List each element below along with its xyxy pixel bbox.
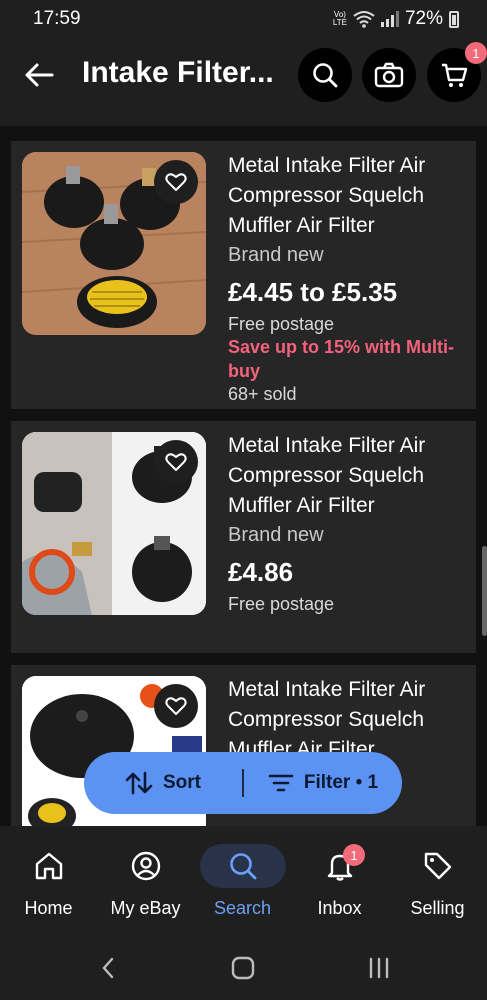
bottom-navigation: Home My eBay Search 1 Inbox Selling	[0, 826, 487, 934]
nav-selling-icon-wrap	[395, 844, 481, 888]
tag-icon	[424, 852, 451, 880]
system-home-button[interactable]	[228, 956, 258, 980]
heart-icon	[165, 697, 187, 715]
sort-button[interactable]: Sort	[84, 752, 242, 814]
listing-price: £4.86	[228, 557, 294, 587]
cart-badge: 1	[465, 42, 487, 64]
heart-icon	[165, 173, 187, 191]
back-arrow-icon[interactable]	[22, 58, 56, 92]
camera-icon	[374, 62, 404, 88]
profile-icon	[131, 851, 160, 881]
listing-info: Metal Intake Filter Air Compressor Squel…	[228, 151, 468, 405]
sort-filter-bar: Sort Filter • 1	[84, 752, 402, 814]
system-back-button[interactable]	[93, 956, 123, 980]
listing-title[interactable]: Metal Intake Filter Air Compressor Squel…	[228, 151, 468, 241]
filter-icon	[268, 774, 294, 792]
sort-arrows-icon	[125, 771, 153, 795]
watchlist-button[interactable]	[154, 684, 198, 728]
listing-price: £4.45 to £5.35	[228, 277, 398, 307]
product-image[interactable]	[22, 432, 206, 615]
nav-inbox[interactable]: 1 Inbox	[291, 826, 388, 934]
inbox-badge: 1	[343, 844, 365, 866]
nav-search[interactable]: Search	[194, 826, 291, 934]
camera-search-button[interactable]	[362, 48, 416, 102]
search-header: Intake Filter... 1	[0, 34, 487, 126]
listing-info: Metal Intake Filter Air Compressor Squel…	[228, 431, 468, 615]
listing-postage: Free postage	[228, 314, 335, 334]
search-icon	[313, 63, 338, 88]
home-icon	[35, 852, 62, 880]
nav-home-label: Home	[24, 898, 73, 918]
status-indicators: Vo) LTE 72%	[333, 8, 459, 30]
nav-myebay[interactable]: My eBay	[97, 826, 194, 934]
system-recents-button[interactable]	[364, 956, 394, 980]
sort-label: Sort	[163, 772, 201, 793]
listing-condition: Brand new	[228, 244, 324, 266]
product-image[interactable]	[22, 152, 206, 335]
listing-sold-count: 68+ sold	[228, 384, 297, 404]
nav-myebay-label: My eBay	[110, 898, 181, 918]
page-title[interactable]: Intake Filter...	[82, 56, 274, 90]
listing-card[interactable]: Metal Intake Filter Air Compressor Squel…	[11, 421, 476, 653]
battery-icon	[449, 10, 459, 28]
nav-selling-label: Selling	[410, 898, 465, 918]
nav-home-icon-wrap	[6, 844, 92, 888]
scrollbar[interactable]	[482, 546, 487, 636]
status-time: 17:59	[33, 8, 81, 29]
search-button[interactable]	[298, 48, 352, 102]
recents-icon	[369, 957, 389, 979]
search-icon	[229, 853, 256, 880]
listing-postage: Free postage	[228, 594, 335, 614]
home-square-icon	[231, 956, 255, 980]
listing-card[interactable]: Metal Intake Filter Air Compressor Squel…	[11, 141, 476, 409]
chevron-left-icon	[102, 957, 114, 979]
filter-label: Filter • 1	[303, 772, 379, 793]
status-bar: 17:59 Vo) LTE 72%	[0, 0, 487, 34]
listing-promo: Save up to 15% with Multi-buy	[228, 337, 455, 381]
wifi-icon	[353, 11, 375, 28]
signal-icon	[380, 11, 399, 27]
nav-home[interactable]: Home	[0, 826, 97, 934]
cart-icon	[442, 63, 468, 87]
heart-icon	[165, 453, 187, 471]
watchlist-button[interactable]	[154, 440, 198, 484]
nav-search-label: Search	[213, 898, 272, 918]
nav-myebay-icon-wrap	[103, 844, 189, 888]
listing-title[interactable]: Metal Intake Filter Air Compressor Squel…	[228, 431, 468, 521]
watchlist-button[interactable]	[154, 160, 198, 204]
results-list[interactable]: Metal Intake Filter Air Compressor Squel…	[0, 126, 487, 826]
battery-percent: 72%	[404, 8, 443, 29]
filter-button[interactable]: Filter • 1	[244, 752, 402, 814]
nav-inbox-icon-wrap	[297, 844, 383, 888]
nav-selling[interactable]: Selling	[388, 826, 487, 934]
listing-condition: Brand new	[228, 524, 324, 546]
system-navigation	[0, 934, 487, 1000]
nav-search-icon-wrap	[199, 844, 286, 888]
volte-icon: Vo) LTE	[332, 10, 347, 27]
nav-inbox-label: Inbox	[317, 898, 362, 918]
